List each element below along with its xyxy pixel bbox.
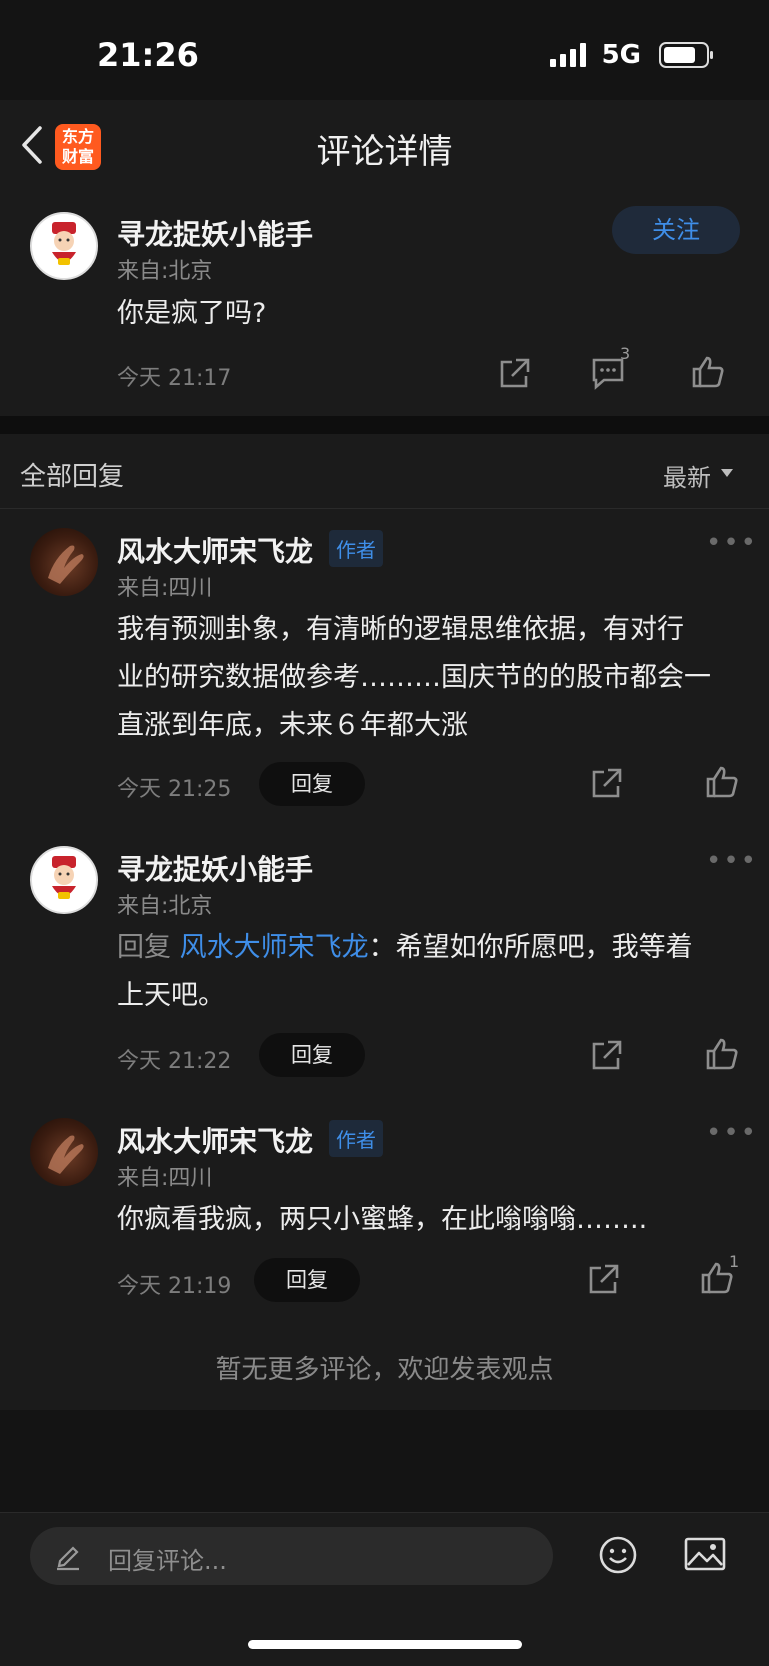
main-comment-location: 来自:北京 — [117, 259, 213, 284]
edit-icon — [57, 1546, 79, 1571]
more-icon[interactable]: ••• — [706, 846, 758, 876]
like-icon[interactable] — [690, 354, 726, 390]
chevron-down-icon[interactable] — [721, 469, 733, 477]
reply-content: 你疯看我疯，两只小蜜蜂，在此嗡嗡嗡…….. — [117, 1204, 648, 1235]
sort-dropdown[interactable]: 最新 — [663, 458, 711, 493]
reply-username[interactable]: 风水大师宋飞龙 — [117, 530, 313, 570]
reply-time: 今天 21:19 — [117, 1274, 232, 1299]
emoji-icon[interactable] — [598, 1535, 638, 1575]
main-comment-content: 你是疯了吗? — [117, 298, 267, 329]
avatar[interactable] — [30, 846, 98, 914]
author-tag: 作者 — [329, 1120, 383, 1157]
main-comment-username[interactable]: 寻龙捉妖小能手 — [117, 213, 313, 253]
avatar[interactable] — [30, 528, 98, 596]
reply-content-line: 业的研究数据做参考………国庆节的的股市都会一 — [117, 662, 711, 693]
like-icon[interactable] — [704, 764, 740, 800]
network-label: 5G — [601, 40, 641, 70]
follow-button[interactable]: 关注 — [612, 206, 740, 254]
mention-link[interactable]: 风水大师宋飞龙 — [180, 932, 369, 963]
reply-time: 今天 21:25 — [117, 777, 232, 802]
reply-input-placeholder[interactable]: 回复评论... — [108, 1541, 227, 1576]
reply-content-text: ：希望如你所愿吧，我等着 — [368, 932, 693, 963]
reply-location: 来自:四川 — [117, 576, 213, 601]
status-time: 21:26 — [97, 36, 199, 74]
replies-section — [0, 434, 769, 1410]
reply-button[interactable]: 回复 — [259, 1033, 365, 1077]
more-icon[interactable]: ••• — [706, 528, 758, 558]
reply-content: 回复 风水大师宋飞龙：希望如你所愿吧，我等着 — [117, 924, 693, 972]
share-icon[interactable] — [590, 1038, 624, 1072]
hand-avatar-icon — [48, 545, 84, 584]
reply-content-line: 上天吧。 — [117, 980, 225, 1011]
home-indicator — [248, 1640, 522, 1649]
signal-icon — [549, 43, 586, 67]
reply-location: 来自:四川 — [117, 1166, 213, 1191]
reply-username[interactable]: 寻龙捉妖小能手 — [117, 848, 313, 888]
reply-content-line: 我有预测卦象，有清晰的逻辑思维依据，有对行 — [117, 614, 684, 645]
reply-content-line: 直涨到年底，未来６年都大涨 — [117, 710, 468, 741]
status-indicators: 5G — [549, 40, 713, 70]
share-icon[interactable] — [498, 356, 532, 390]
reply-prefix: 回复 — [117, 932, 171, 963]
reply-location: 来自:北京 — [117, 894, 213, 919]
reply-time: 今天 21:22 — [117, 1049, 232, 1074]
hand-avatar-icon — [48, 1135, 84, 1174]
author-tag: 作者 — [329, 530, 383, 567]
replies-section-title: 全部回复 — [20, 462, 125, 492]
no-more-comments-note: 暂无更多评论，欢迎发表观点 — [215, 1355, 554, 1385]
avatar[interactable] — [30, 212, 98, 280]
main-comment-time: 今天 21:17 — [117, 366, 232, 391]
battery-icon — [659, 42, 713, 68]
image-icon[interactable] — [684, 1537, 726, 1573]
caishen-avatar-icon — [32, 848, 96, 912]
share-icon[interactable] — [590, 766, 624, 800]
share-icon[interactable] — [587, 1262, 621, 1296]
like-icon[interactable] — [704, 1036, 740, 1072]
reply-username[interactable]: 风水大师宋飞龙 — [117, 1120, 313, 1160]
reply-button[interactable]: 回复 — [254, 1258, 360, 1302]
more-icon[interactable]: ••• — [706, 1118, 758, 1148]
comment-count-badge: 3 — [620, 344, 631, 363]
like-count-badge: 1 — [729, 1252, 740, 1271]
reply-button[interactable]: 回复 — [259, 762, 365, 806]
caishen-avatar-icon — [32, 214, 96, 278]
section-gap — [0, 416, 769, 434]
page-title: 评论详情 — [316, 132, 453, 172]
avatar[interactable] — [30, 1118, 98, 1186]
